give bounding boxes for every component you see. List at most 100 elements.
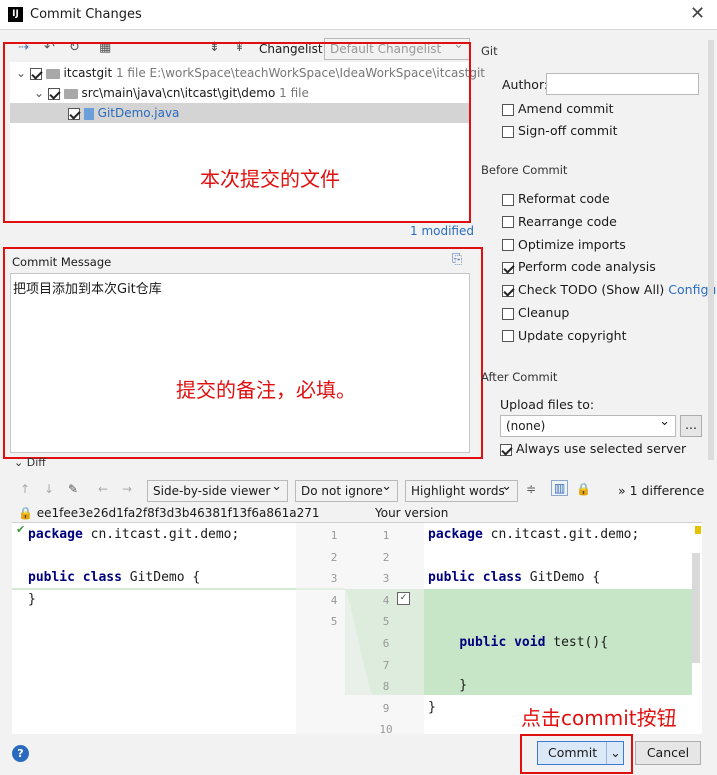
checkbox-6[interactable] — [502, 330, 514, 343]
show-diff-icon[interactable]: ⇢ — [18, 40, 29, 55]
folder-checkbox[interactable] — [47, 87, 60, 100]
right-code-line: public void test(){ — [459, 635, 609, 650]
changes-toolbar: ⇢ ↶ ↻ ▦ ⇟ ⇞ Changelist: Default Changeli… — [14, 35, 474, 60]
collapse-all-icon[interactable]: ⇞ — [234, 40, 245, 55]
left-gutter — [12, 523, 16, 734]
tree-row-folder[interactable]: ⌄ src\main\java\cn\itcast\git\demo 1 fil… — [10, 83, 470, 103]
left-code-line: } — [28, 591, 36, 607]
before-commit-option-0[interactable]: Reformat code — [502, 191, 610, 206]
before-commit-option-3[interactable]: Perform code analysis — [502, 259, 656, 274]
left-line-number: 2 — [330, 550, 338, 564]
collapse-unchanged-icon[interactable]: ≑ — [526, 482, 536, 496]
commit-message-label: Commit Message — [12, 255, 112, 269]
left-version-title: 🔒 ee1fee3e26d1fa2f8f3d3b46381f13f6a861a2… — [18, 506, 320, 520]
help-icon[interactable]: ? — [12, 745, 29, 762]
prev-diff-icon[interactable]: ↑ — [20, 482, 30, 496]
rollback-icon[interactable]: ↶ — [44, 40, 55, 55]
cancel-button[interactable]: Cancel — [635, 741, 701, 765]
before-commit-option-1[interactable]: Rearrange code — [502, 214, 617, 229]
viewer-select[interactable]: Side-by-side viewer — [147, 477, 288, 502]
commit-button[interactable]: Commit ⌄ — [537, 741, 624, 765]
git-section-title: Git — [481, 44, 498, 58]
next-diff-icon[interactable]: ↓ — [44, 482, 54, 496]
after-commit-title: After Commit — [481, 370, 558, 384]
accept-change-icon[interactable]: ✓ — [397, 592, 410, 605]
checkbox-2[interactable] — [502, 239, 514, 252]
right-line-number: 6 — [382, 637, 390, 650]
difference-count: » 1 difference — [618, 483, 705, 498]
right-line-number: 1 — [382, 529, 390, 542]
right-line-number: 8 — [382, 680, 390, 694]
browse-button[interactable]: ... — [680, 415, 702, 437]
tree-row-root[interactable]: ⌄ itcastgit 1 file E:\workSpace\teachWor… — [10, 63, 485, 83]
right-line-number: 10 — [379, 723, 393, 734]
expand-all-icon[interactable]: ⇟ — [209, 40, 220, 55]
message-history-icon[interactable]: ⎘ — [452, 252, 462, 267]
tree-row-file[interactable]: GitDemo.java — [10, 103, 470, 123]
diff-section-title: ⌄ Diff — [14, 456, 46, 469]
bottom-bar: ? Commit ⌄ Cancel — [0, 735, 717, 775]
intellij-app-icon: IJ — [8, 7, 23, 22]
commit-dropdown-icon[interactable]: ⌄ — [606, 742, 624, 764]
right-code-line: } — [428, 678, 468, 694]
window-title: Commit Changes — [30, 7, 142, 22]
diff-scrollbar[interactable] — [692, 553, 700, 663]
checkbox-3[interactable] — [502, 261, 514, 274]
left-line-number: 3 — [330, 572, 338, 586]
upload-server-select[interactable]: (none) — [500, 412, 676, 437]
back-icon[interactable]: ← — [98, 482, 108, 496]
commit-message-text: 把项目添加到本次Git仓库 — [13, 282, 162, 297]
signoff-commit-checkbox[interactable]: Sign-off commit — [502, 123, 618, 138]
group-by-icon[interactable]: ▦ — [99, 40, 111, 55]
edit-source-icon[interactable]: ✎ — [68, 482, 78, 496]
checkbox-4[interactable] — [502, 284, 514, 297]
amend-commit-checkbox[interactable]: Amend commit — [502, 101, 614, 116]
right-line-number: 7 — [382, 658, 390, 672]
before-commit-option-5[interactable]: Cleanup — [502, 305, 569, 320]
left-line-number: 1 — [330, 529, 338, 542]
checkbox-5[interactable] — [502, 307, 514, 320]
close-icon[interactable]: ✕ — [690, 3, 705, 24]
title-bar: IJ Commit Changes ✕ — [0, 0, 717, 30]
right-line-number: 3 — [382, 572, 390, 586]
changelist-label: Changelist: — [259, 42, 327, 56]
right-version-title: Your version — [375, 506, 449, 520]
annotation-commit: 点击commit按钮 — [521, 706, 677, 730]
lock-icon[interactable]: 🔒 — [576, 482, 591, 496]
right-line-number: 2 — [382, 550, 390, 564]
checkbox-1[interactable] — [502, 216, 514, 229]
check-icon: ✔ — [16, 523, 26, 536]
author-input[interactable] — [546, 73, 699, 95]
annotation-files: 本次提交的文件 — [200, 167, 340, 191]
right-line-number: 4 — [382, 593, 390, 607]
always-use-server-checkbox[interactable]: Always use selected server — [500, 441, 686, 456]
changelist-select[interactable]: Default Changelist — [324, 35, 470, 60]
sync-scroll-icon[interactable]: ▥ — [551, 480, 569, 496]
root-checkbox[interactable] — [29, 67, 42, 80]
upload-label: Upload files to: — [500, 397, 595, 412]
changes-tree: ⌄ itcastgit 1 file E:\workSpace\teachWor… — [10, 62, 485, 222]
inspection-marker — [695, 526, 701, 534]
diff-toolbar: ↑ ↓ ✎ ← → Side-by-side viewer Do not ign… — [0, 477, 717, 504]
before-commit-option-6[interactable]: Update copyright — [502, 328, 626, 343]
ignore-select[interactable]: Do not ignore — [295, 477, 398, 502]
left-code-line: package cn.itcast.git.demo; — [28, 527, 240, 542]
right-code-line: } — [428, 699, 436, 715]
java-file-icon — [83, 107, 94, 120]
highlight-select[interactable]: Highlight words — [405, 477, 518, 502]
right-scrollbar[interactable] — [708, 40, 714, 460]
folder-icon — [63, 88, 78, 99]
folder-icon — [45, 68, 60, 79]
right-line-number: 9 — [382, 701, 390, 715]
before-commit-option-2[interactable]: Optimize imports — [502, 237, 626, 252]
forward-icon[interactable]: → — [122, 482, 132, 496]
refresh-icon[interactable]: ↻ — [69, 40, 80, 55]
before-commit-option-4[interactable]: Check TODO (Show All)Configure — [502, 282, 717, 297]
right-code-line: public class GitDemo { — [428, 570, 601, 586]
file-checkbox[interactable] — [68, 107, 80, 120]
annotation-message: 提交的备注，必填。 — [176, 378, 356, 402]
commit-message-input[interactable]: 把项目添加到本次Git仓库 — [10, 273, 470, 453]
left-line-number: 4 — [330, 593, 338, 607]
checkbox-0[interactable] — [502, 193, 514, 206]
right-code-line: package cn.itcast.git.demo; — [428, 527, 640, 542]
